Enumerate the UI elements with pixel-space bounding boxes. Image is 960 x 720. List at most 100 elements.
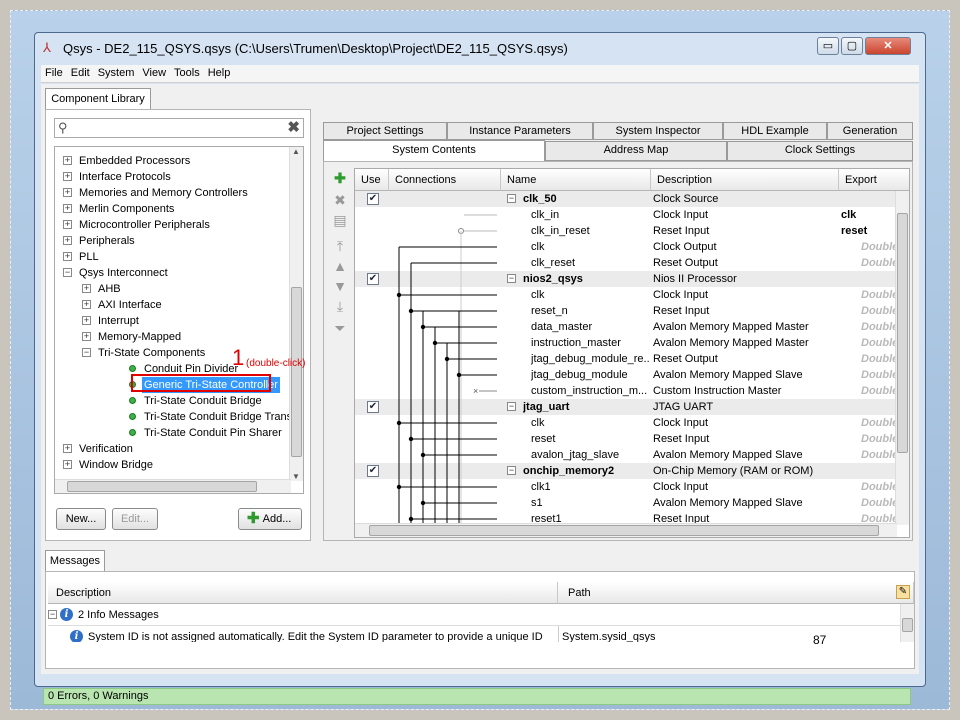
export-cell[interactable]: clk xyxy=(841,207,893,223)
export-cell[interactable]: Double xyxy=(861,495,895,511)
col-description[interactable]: Description xyxy=(651,169,839,191)
expand-icon[interactable]: + xyxy=(82,332,91,341)
msg-settings-icon[interactable]: ✎ xyxy=(896,585,910,599)
tab-instance-parameters[interactable]: Instance Parameters xyxy=(447,122,593,140)
tab-hdl-example[interactable]: HDL Example xyxy=(723,122,827,140)
tree-item[interactable]: + Embedded Processors xyxy=(55,153,291,169)
expand-icon[interactable]: + xyxy=(63,460,72,469)
close-button[interactable]: ✕ xyxy=(865,37,911,55)
tree-item[interactable]: + PLL xyxy=(55,249,291,265)
export-cell[interactable]: Double xyxy=(861,255,895,271)
col-connections[interactable]: Connections xyxy=(389,169,501,191)
collapse-icon[interactable]: − xyxy=(507,194,516,203)
tree-item[interactable]: + Microcontroller Peripherals xyxy=(55,217,291,233)
tree-scroll-thumb[interactable] xyxy=(291,287,302,457)
minimize-button[interactable]: ▭ xyxy=(817,37,839,55)
tree-item[interactable]: Tri-State Conduit Bridge xyxy=(55,393,291,409)
table-horizontal-scrollbar[interactable] xyxy=(355,523,897,537)
scroll-down-icon[interactable]: ▼ xyxy=(292,472,300,481)
menu-system[interactable]: System xyxy=(94,65,139,79)
menu-tools[interactable]: Tools xyxy=(170,65,204,79)
msg-item-row[interactable]: i System ID is not assigned automaticall… xyxy=(48,626,904,642)
tree-hscroll-thumb[interactable] xyxy=(67,481,257,492)
collapse-icon[interactable]: − xyxy=(507,274,516,283)
expand-icon[interactable]: + xyxy=(63,236,72,245)
export-cell[interactable]: Double xyxy=(861,383,895,399)
tab-clock-settings[interactable]: Clock Settings xyxy=(727,141,913,161)
tree-horizontal-scrollbar[interactable] xyxy=(55,479,291,493)
col-name[interactable]: Name xyxy=(501,169,651,191)
menu-view[interactable]: View xyxy=(138,65,170,79)
move-bottom-icon[interactable]: ⤓ xyxy=(332,298,348,314)
tab-address-map[interactable]: Address Map xyxy=(545,141,727,161)
msg-group-row[interactable]: − i 2 Info Messages xyxy=(48,604,904,626)
clear-search-icon[interactable]: ✖ xyxy=(287,118,300,136)
expand-icon[interactable]: + xyxy=(63,252,72,261)
tree-item[interactable]: Tri-State Conduit Pin Sharer xyxy=(55,425,291,441)
tab-generation[interactable]: Generation xyxy=(827,122,913,140)
export-cell[interactable]: Double xyxy=(861,431,895,447)
menu-file[interactable]: File xyxy=(41,65,67,79)
export-cell[interactable]: reset xyxy=(841,223,893,239)
expand-icon[interactable]: + xyxy=(63,188,72,197)
collapse-icon[interactable]: − xyxy=(63,268,72,277)
tree-item[interactable]: + Merlin Components xyxy=(55,201,291,217)
expand-icon[interactable]: + xyxy=(63,204,72,213)
library-search-box[interactable]: ⚲ ✖ xyxy=(54,118,304,138)
move-up-icon[interactable]: ▲ xyxy=(332,258,348,274)
expand-icon[interactable]: + xyxy=(82,284,91,293)
export-cell[interactable]: Double xyxy=(861,239,895,255)
menu-edit[interactable]: Edit xyxy=(67,65,94,79)
msg-collapse-icon[interactable]: − xyxy=(48,610,57,619)
tree-item[interactable]: + AHB xyxy=(55,281,291,297)
tree-item[interactable]: + Interface Protocols xyxy=(55,169,291,185)
expand-icon[interactable]: + xyxy=(82,300,91,309)
collapse-icon[interactable]: − xyxy=(82,348,91,357)
use-checkbox[interactable]: ✔ xyxy=(367,401,379,413)
tab-component-library[interactable]: Component Library xyxy=(45,88,151,110)
tree-item[interactable]: − Qsys Interconnect xyxy=(55,265,291,281)
export-cell[interactable]: Double xyxy=(861,511,895,523)
move-top-icon[interactable]: ⤒ xyxy=(332,238,348,254)
add-instance-icon[interactable]: ✚ xyxy=(332,170,348,186)
table-hscroll-thumb[interactable] xyxy=(369,525,879,536)
filter-icon[interactable]: ⏷ xyxy=(332,320,348,336)
msg-col-description[interactable]: Description xyxy=(48,582,558,604)
expand-icon[interactable]: + xyxy=(63,156,72,165)
edit-component-button[interactable]: Edit... xyxy=(112,508,158,530)
collapse-icon[interactable]: − xyxy=(507,402,516,411)
tree-item[interactable]: + Verification xyxy=(55,441,291,457)
export-cell[interactable]: Double xyxy=(861,447,895,463)
expand-icon[interactable]: + xyxy=(63,220,72,229)
tab-messages[interactable]: Messages xyxy=(45,550,105,572)
tree-item[interactable]: + Peripherals xyxy=(55,233,291,249)
tree-item[interactable]: + Memory-Mapped xyxy=(55,329,291,345)
connections-graph[interactable]: × xyxy=(389,191,501,523)
col-use[interactable]: Use xyxy=(355,169,389,191)
export-cell[interactable]: Double xyxy=(861,287,895,303)
scroll-up-icon[interactable]: ▲ xyxy=(292,147,300,156)
use-checkbox[interactable]: ✔ xyxy=(367,193,379,205)
export-cell[interactable]: Double xyxy=(861,367,895,383)
add-component-button[interactable]: ✚ Add... xyxy=(238,508,302,530)
use-checkbox[interactable]: ✔ xyxy=(367,465,379,477)
menu-help[interactable]: Help xyxy=(204,65,235,79)
tree-item[interactable]: + Memories and Memory Controllers xyxy=(55,185,291,201)
collapse-icon[interactable]: − xyxy=(507,466,516,475)
tree-vertical-scrollbar[interactable]: ▲ ▼ xyxy=(289,147,303,481)
col-export[interactable]: Export xyxy=(839,169,909,191)
msg-vertical-scrollbar[interactable] xyxy=(900,604,914,642)
export-cell[interactable]: Double xyxy=(861,335,895,351)
table-vertical-scrollbar[interactable] xyxy=(895,191,909,525)
msg-scroll-thumb[interactable] xyxy=(902,618,913,632)
msg-col-path[interactable]: Path xyxy=(558,582,914,604)
tab-system-contents[interactable]: System Contents xyxy=(323,140,545,162)
export-cell[interactable]: Double xyxy=(861,415,895,431)
maximize-button[interactable]: ▢ xyxy=(841,37,863,55)
expand-icon[interactable]: + xyxy=(63,172,72,181)
new-component-button[interactable]: New... xyxy=(56,508,106,530)
tree-item[interactable]: + Interrupt xyxy=(55,313,291,329)
export-cell[interactable]: Double xyxy=(861,479,895,495)
remove-icon[interactable]: ✖ xyxy=(332,192,348,208)
edit-icon[interactable]: ▤ xyxy=(332,212,348,228)
